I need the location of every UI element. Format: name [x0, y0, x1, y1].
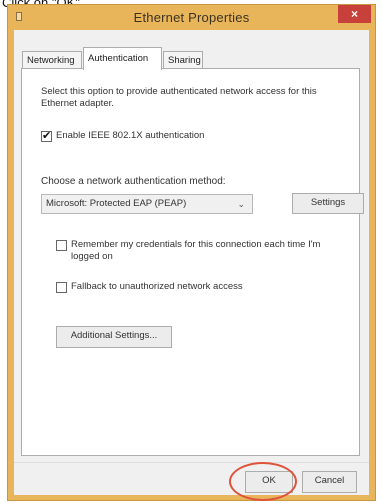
close-icon: ×: [350, 7, 358, 21]
additional-settings-button[interactable]: Additional Settings...: [56, 326, 172, 348]
auth-method-select[interactable]: Microsoft: Protected EAP (PEAP) ⌄: [41, 194, 253, 214]
close-button[interactable]: ×: [338, 5, 371, 23]
remember-credentials-row[interactable]: Remember my credentials for this connect…: [56, 239, 336, 263]
settings-button[interactable]: Settings: [292, 193, 364, 214]
authentication-description: Select this option to provide authentica…: [41, 86, 317, 109]
footer-divider: [14, 462, 369, 463]
tab-authentication[interactable]: Authentication: [83, 47, 162, 70]
ethernet-properties-dialog: Ethernet Properties × Networking Authent…: [7, 4, 376, 501]
fallback-row[interactable]: Fallback to unauthorized network access: [56, 281, 243, 293]
enable-8021x-label: Enable IEEE 802.1X authentication: [56, 130, 205, 141]
auth-method-label: Choose a network authentication method:: [41, 176, 226, 187]
ok-button[interactable]: OK: [245, 471, 293, 493]
checkmark-icon: ✔: [42, 130, 52, 142]
dialog-client-area: Networking Authentication Sharing Select…: [14, 30, 369, 501]
window-title: Ethernet Properties: [133, 10, 250, 25]
tab-networking[interactable]: Networking: [22, 51, 82, 69]
chevron-down-icon: ⌄: [237, 199, 245, 209]
enable-8021x-row[interactable]: ✔ Enable IEEE 802.1X authentication: [41, 130, 204, 142]
cancel-button[interactable]: Cancel: [302, 471, 357, 493]
fallback-label: Fallback to unauthorized network access: [71, 281, 243, 292]
fallback-checkbox[interactable]: [56, 282, 67, 293]
enable-8021x-checkbox[interactable]: ✔: [41, 130, 52, 142]
remember-credentials-label: Remember my credentials for this connect…: [71, 239, 321, 262]
title-bar[interactable]: Ethernet Properties ×: [8, 5, 375, 29]
auth-method-value: Microsoft: Protected EAP (PEAP): [46, 198, 187, 209]
tab-sharing[interactable]: Sharing: [163, 51, 203, 69]
remember-credentials-checkbox[interactable]: [56, 240, 67, 251]
